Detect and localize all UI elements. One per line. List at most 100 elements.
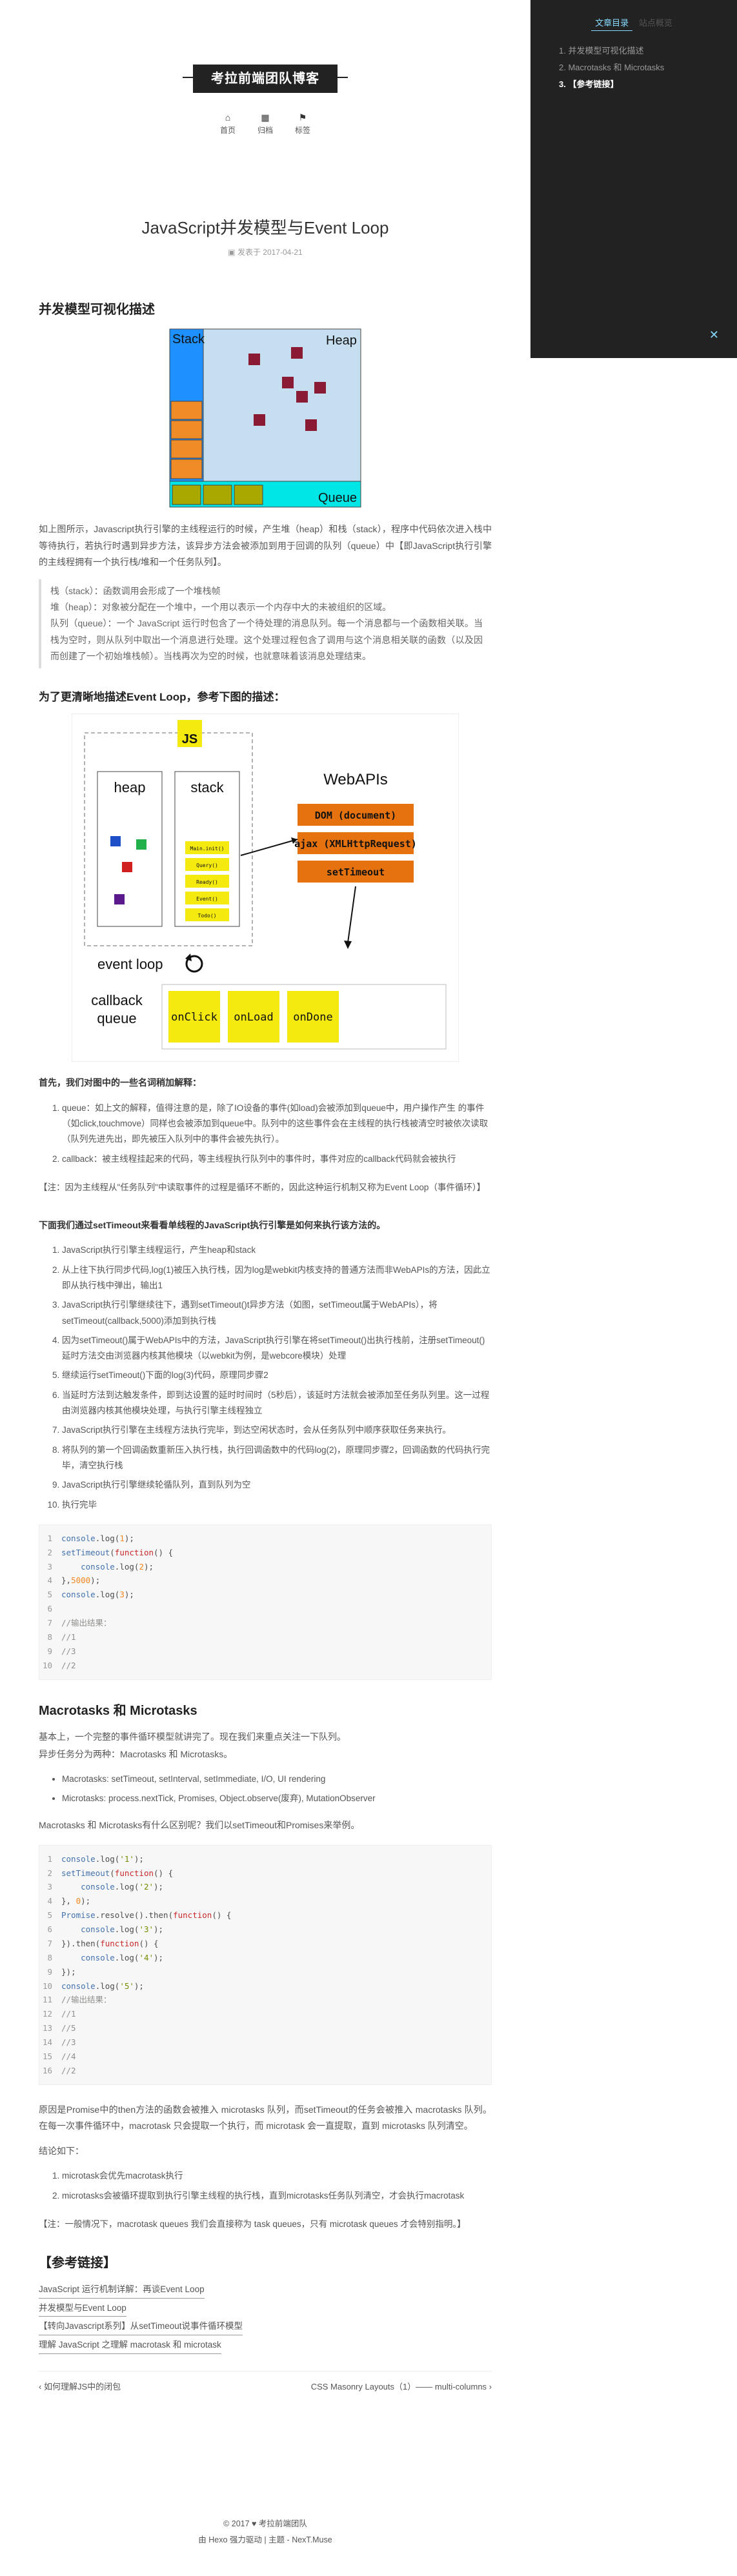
- fig1-queue-label: Queue: [318, 491, 357, 505]
- list-item: JavaScript执行引擎继续往下，遇到setTimeout()t异步方法（如…: [62, 1297, 492, 1329]
- line-number: 5: [47, 1590, 52, 1600]
- code-line: 7}).then(function() {: [39, 1937, 491, 1951]
- site-footer: © 2017 ♥ 考拉前端团队 由 Hexo 强力驱动 | 主题 - NexT.…: [0, 2516, 530, 2548]
- stack-frame-label: Ready(): [196, 879, 218, 885]
- paragraph: 结论如下：: [39, 2146, 84, 2157]
- line-number: 12: [42, 2009, 52, 2019]
- tags-icon: ⚑: [298, 112, 307, 123]
- fig1-stack-label: Stack: [172, 332, 205, 346]
- line-number: 14: [42, 2037, 52, 2048]
- code-line: 2 setTimeout(function() {: [39, 1866, 491, 1881]
- webapis-label: WebAPIs: [323, 771, 388, 788]
- list-item: 从上往下执行同步代码,log(1)被压入执行栈，因为log是webkit内核支持…: [62, 1263, 492, 1294]
- toc-item-active[interactable]: 3. 【参考链接】: [559, 76, 724, 93]
- stack-frame-label: Query(): [196, 863, 218, 868]
- line-number: 3: [47, 1561, 52, 1572]
- toc-item[interactable]: 2. Macrotasks 和 Microtasks: [559, 59, 724, 76]
- code-line: 15//4: [39, 2050, 491, 2064]
- line-number: 6: [47, 1924, 52, 1935]
- list-item: queue：如上文的解释，值得注意的是，除了IO设备的事件(如load)会被添加…: [62, 1101, 492, 1148]
- list-item: 当延时方法到达触发条件，即到达设置的延时时间时（5秒后），该延时方法就会被添加至…: [62, 1388, 492, 1419]
- fig2-stack-label: stack: [190, 779, 224, 795]
- post-nav: ‹ 如何理解JS中的闭包 CSS Masonry Layouts（1）—— mu…: [39, 2370, 492, 2394]
- line-number: 16: [42, 2065, 52, 2075]
- calendar-icon: ▣: [228, 247, 237, 257]
- code-line: 1 console.log(1);: [39, 1532, 491, 1546]
- site-header: 考拉前端团队博客 ⌂ 首页 ▦ 归档 ⚑ 标签: [0, 0, 530, 136]
- callback-label: onClick: [171, 1011, 217, 1024]
- menu-item-archive[interactable]: ▦ 归档: [257, 111, 273, 136]
- copyright: © 2017 ♥ 考拉前端团队: [223, 2519, 307, 2528]
- next-post-link[interactable]: CSS Masonry Layouts（1）—— multi-columns ›: [311, 2379, 492, 2394]
- post-title: JavaScript并发模型与Event Loop: [141, 218, 389, 237]
- line-number: 9: [47, 1966, 52, 1977]
- line-number: 2: [47, 1547, 52, 1557]
- toc-item[interactable]: 1. 并发模型可视化描述: [559, 43, 724, 59]
- paragraph: 如上图所示，Javascript执行引擎的主线程运行的时候，产生堆（heap）和…: [39, 524, 492, 567]
- paragraph: 异步任务分为两种：Macrotasks 和 Microtasks。: [39, 1748, 233, 1759]
- menu-item-tags[interactable]: ⚑ 标签: [295, 111, 310, 136]
- code-line: 8 console.log('4');: [39, 1951, 491, 1965]
- line-number: 1: [47, 1853, 52, 1864]
- close-icon[interactable]: ✕: [709, 324, 719, 345]
- menu-label: 归档: [257, 126, 273, 135]
- webapi-label: setTimeout: [327, 866, 385, 878]
- post-body: JavaScript并发模型与Event Loop ▣ 发表于 2017-04-…: [39, 213, 492, 2394]
- menu-label: 首页: [219, 126, 236, 135]
- paragraph: 原因是Promise中的then方法的函数会被推入 microtasks 队列，…: [39, 2104, 492, 2131]
- code-line: 10//2: [39, 1659, 491, 1673]
- note: 【注：因为主线程从"任务队列"中读取事件的过程是循环不断的，因此这种运行机制又称…: [39, 1182, 486, 1192]
- reference-link[interactable]: 理解 JavaScript 之理解 macrotask 和 microtask: [39, 2337, 221, 2354]
- code-line: 11//输出结果：: [39, 1993, 491, 2007]
- site-brand[interactable]: 考拉前端团队博客: [193, 65, 338, 93]
- prev-post-link[interactable]: ‹ 如何理解JS中的闭包: [39, 2379, 121, 2394]
- reference-links: JavaScript 运行机制详解：再谈Event Loop 并发模型与Even…: [39, 2281, 492, 2354]
- tab-overview[interactable]: 站点概览: [635, 15, 676, 30]
- paragraph-bold: 首先，我们对图中的一些名词稍加解释：: [39, 1077, 201, 1088]
- code-line: 5 Promise.resolve().then(function() {: [39, 1908, 491, 1922]
- section-heading: Macrotasks 和 Microtasks: [39, 1703, 197, 1718]
- stack-heap-queue-figure: Stack Heap Queue: [169, 328, 361, 508]
- sidebar: 文章目录 站点概览 1. 并发模型可视化描述 2. Macrotasks 和 M…: [530, 0, 737, 358]
- post-date: 发表于 2017-04-21: [237, 247, 303, 257]
- list-item: microtask会优先macrotask执行: [62, 2168, 492, 2184]
- line-number: 2: [47, 1868, 52, 1878]
- event-loop-figure: JS heap stack Main.init() Query() Ready() E…: [72, 714, 459, 1063]
- quote-line: 队列（queue）：一个 JavaScript 运行时包含了一个待处理的消息队列…: [50, 618, 483, 661]
- code-line: 3 console.log(2);: [39, 1560, 491, 1574]
- callback-queue-label-2: queue: [97, 1010, 136, 1026]
- menu-item-home[interactable]: ⌂ 首页: [220, 111, 236, 136]
- archive-icon: ▦: [261, 112, 270, 123]
- code-block: 1 console.log('1'); 2 setTimeout(function()…: [39, 1844, 492, 2085]
- line-number: 10: [42, 1981, 52, 1991]
- js-logo-text: JS: [182, 732, 197, 746]
- reference-link[interactable]: 并发模型与Event Loop: [39, 2300, 126, 2317]
- line-number: 3: [47, 1882, 52, 1892]
- section-heading: 【参考链接】: [39, 2256, 116, 2271]
- line-number: 13: [42, 2023, 52, 2033]
- list-item: Macrotasks: setTimeout, setInterval, set…: [62, 1772, 492, 1787]
- code-line: 5 console.log(3);: [39, 1588, 491, 1602]
- code-line: 9//3: [39, 1644, 491, 1659]
- list-item: 继续运行setTimeout()下面的log(3)代码，原理同步骤2: [62, 1368, 492, 1383]
- line-number: 7: [47, 1618, 52, 1628]
- conclusion-list: microtask会优先macrotask执行 microtasks会被循环提取…: [39, 2168, 492, 2204]
- code-line: 13//5: [39, 2021, 491, 2035]
- post-meta: ▣ 发表于 2017-04-21: [39, 246, 492, 260]
- code-line: 10 console.log('5');: [39, 1979, 491, 1993]
- line-number: 10: [42, 1660, 52, 1670]
- quote-line: 堆（heap）：对象被分配在一个堆中，一个用以表示一个内存中大的未被组织的区域。: [50, 602, 392, 613]
- reference-link[interactable]: 【转向Javascript系列】从setTimeout说事件循环模型: [39, 2318, 243, 2336]
- tab-toc[interactable]: 文章目录: [591, 15, 633, 32]
- stack-frame-label: Todo(): [198, 913, 217, 919]
- sidebar-tabs: 文章目录 站点概览: [543, 15, 724, 32]
- line-number: 11: [42, 1995, 52, 2005]
- fig1-heap-label: Heap: [326, 334, 357, 348]
- stack-frame-label: Main.init(): [190, 846, 225, 852]
- reference-link[interactable]: JavaScript 运行机制详解：再谈Event Loop: [39, 2281, 205, 2299]
- list-item: 因为setTimeout()属于WebAPIs中的方法，JavaScript执行…: [62, 1333, 492, 1364]
- callback-label: onDone: [293, 1011, 332, 1024]
- powered-by: 由 Hexo 强力驱动 | 主题 - NexT.Muse: [198, 2535, 332, 2544]
- list-item: callback：被主线程挂起来的代码，等主线程执行队列中的事件时，事件对应的c…: [62, 1152, 492, 1167]
- code-block: 1 console.log(1); 2 setTimeout(function() {…: [39, 1524, 492, 1680]
